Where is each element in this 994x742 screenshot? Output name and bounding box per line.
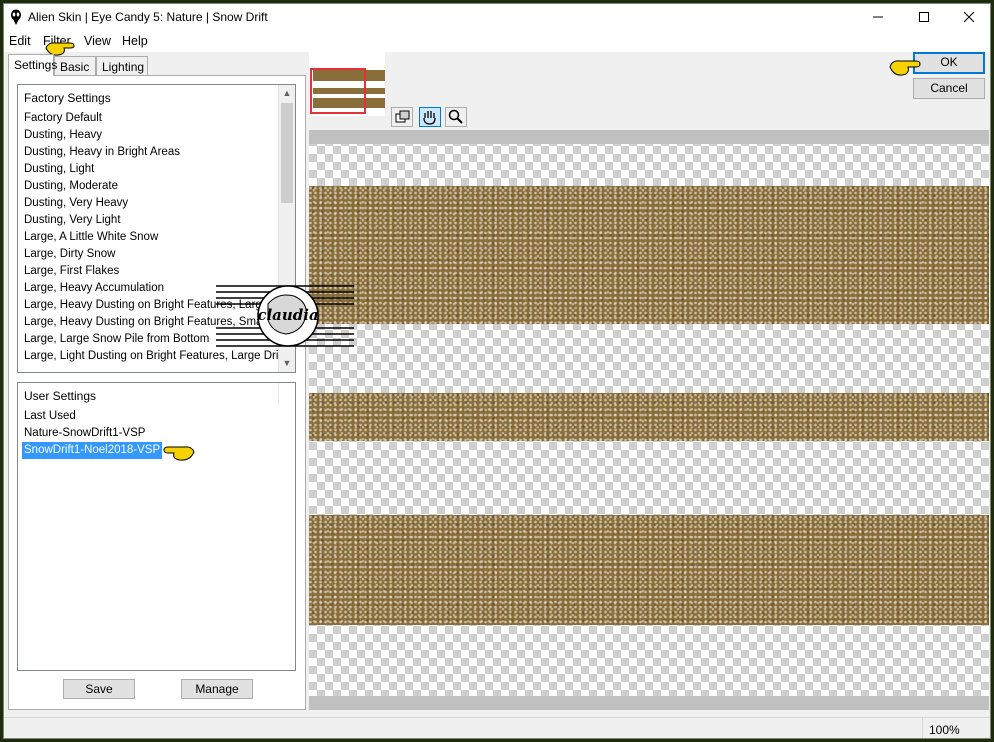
list-item[interactable]: Large, Light Dusting on Bright Features,… [24, 348, 285, 365]
maximize-icon [919, 12, 929, 22]
app-window: Alien Skin | Eye Candy 5: Nature | Snow … [3, 3, 991, 739]
list-item[interactable]: Dusting, Very Light [24, 212, 121, 229]
list-item[interactable]: Large, A Little White Snow [24, 229, 158, 246]
list-item[interactable]: Dusting, Very Heavy [24, 195, 128, 212]
cancel-button[interactable]: Cancel [913, 78, 985, 99]
list-item[interactable]: Dusting, Light [24, 161, 94, 178]
column-divider [278, 383, 279, 405]
preview-bottom-edge [309, 696, 989, 710]
snow-drift-stripe [309, 393, 989, 441]
navigate-tool-button[interactable] [391, 107, 413, 127]
save-button[interactable]: Save [63, 679, 135, 699]
list-item[interactable]: Factory Default [24, 110, 102, 127]
snow-drift-stripe [309, 515, 989, 625]
viewport-rectangle[interactable] [310, 68, 366, 114]
list-item[interactable]: Dusting, Heavy in Bright Areas [24, 144, 180, 161]
navigate-icon [395, 110, 410, 123]
zoom-tool-button[interactable] [445, 107, 467, 127]
menu-bar: Edit Filter View Help [4, 30, 990, 52]
factory-settings-header: Factory Settings [24, 91, 111, 105]
close-button[interactable] [946, 4, 990, 30]
list-item-selected[interactable]: SnowDrift1-Noel2018-VSP [22, 442, 163, 459]
svg-text:claudia: claudia [257, 306, 318, 324]
scroll-down-icon[interactable]: ▼ [279, 355, 295, 372]
title-bar: Alien Skin | Eye Candy 5: Nature | Snow … [4, 4, 990, 30]
list-item[interactable]: Dusting, Moderate [24, 178, 118, 195]
hand-icon [423, 111, 436, 125]
scroll-up-icon[interactable]: ▲ [279, 85, 295, 102]
list-item[interactable]: Dusting, Heavy [24, 127, 102, 144]
menu-view[interactable]: View [84, 34, 111, 48]
status-bar: 100% [4, 717, 990, 738]
list-item[interactable]: Large, First Flakes [24, 263, 119, 280]
scroll-thumb[interactable] [281, 103, 293, 203]
list-item[interactable]: Large, Large Snow Pile from Bottom [24, 331, 209, 348]
navigator-thumbnail[interactable] [309, 52, 385, 116]
user-settings-header: User Settings [24, 389, 97, 403]
preview-top-edge [309, 130, 989, 144]
zoom-level: 100% [922, 718, 990, 738]
list-item[interactable]: Nature-SnowDrift1-VSP [24, 425, 145, 442]
maximize-button[interactable] [901, 4, 947, 30]
list-item[interactable]: Large, Dirty Snow [24, 246, 115, 263]
menu-edit[interactable]: Edit [9, 34, 31, 48]
tab-basic[interactable]: Basic [54, 56, 96, 76]
minimize-button[interactable] [855, 4, 901, 30]
menu-help[interactable]: Help [122, 34, 148, 48]
zoom-icon [448, 109, 463, 124]
list-item[interactable]: Large, Heavy Accumulation [24, 280, 164, 297]
close-icon [964, 12, 974, 22]
manage-button[interactable]: Manage [181, 679, 253, 699]
tab-settings[interactable]: Settings [8, 54, 57, 76]
hand-tool-button[interactable] [419, 107, 441, 127]
alien-skin-app-icon [11, 9, 21, 25]
snow-drift-stripe [309, 186, 989, 324]
settings-panel: Factory Settings Factory Default Dusting… [8, 75, 306, 710]
window-title: Alien Skin | Eye Candy 5: Nature | Snow … [28, 10, 268, 24]
preview-canvas[interactable] [309, 130, 989, 710]
minimize-icon [873, 16, 883, 18]
pointing-hand-icon [889, 60, 921, 76]
list-item[interactable]: Last Used [24, 408, 76, 425]
user-settings-list[interactable]: User Settings Last Used Nature-SnowDrift… [17, 382, 296, 671]
tab-lighting[interactable]: Lighting [96, 56, 148, 76]
pointing-hand-icon [163, 446, 195, 461]
watermark-logo: claudia [216, 282, 354, 350]
